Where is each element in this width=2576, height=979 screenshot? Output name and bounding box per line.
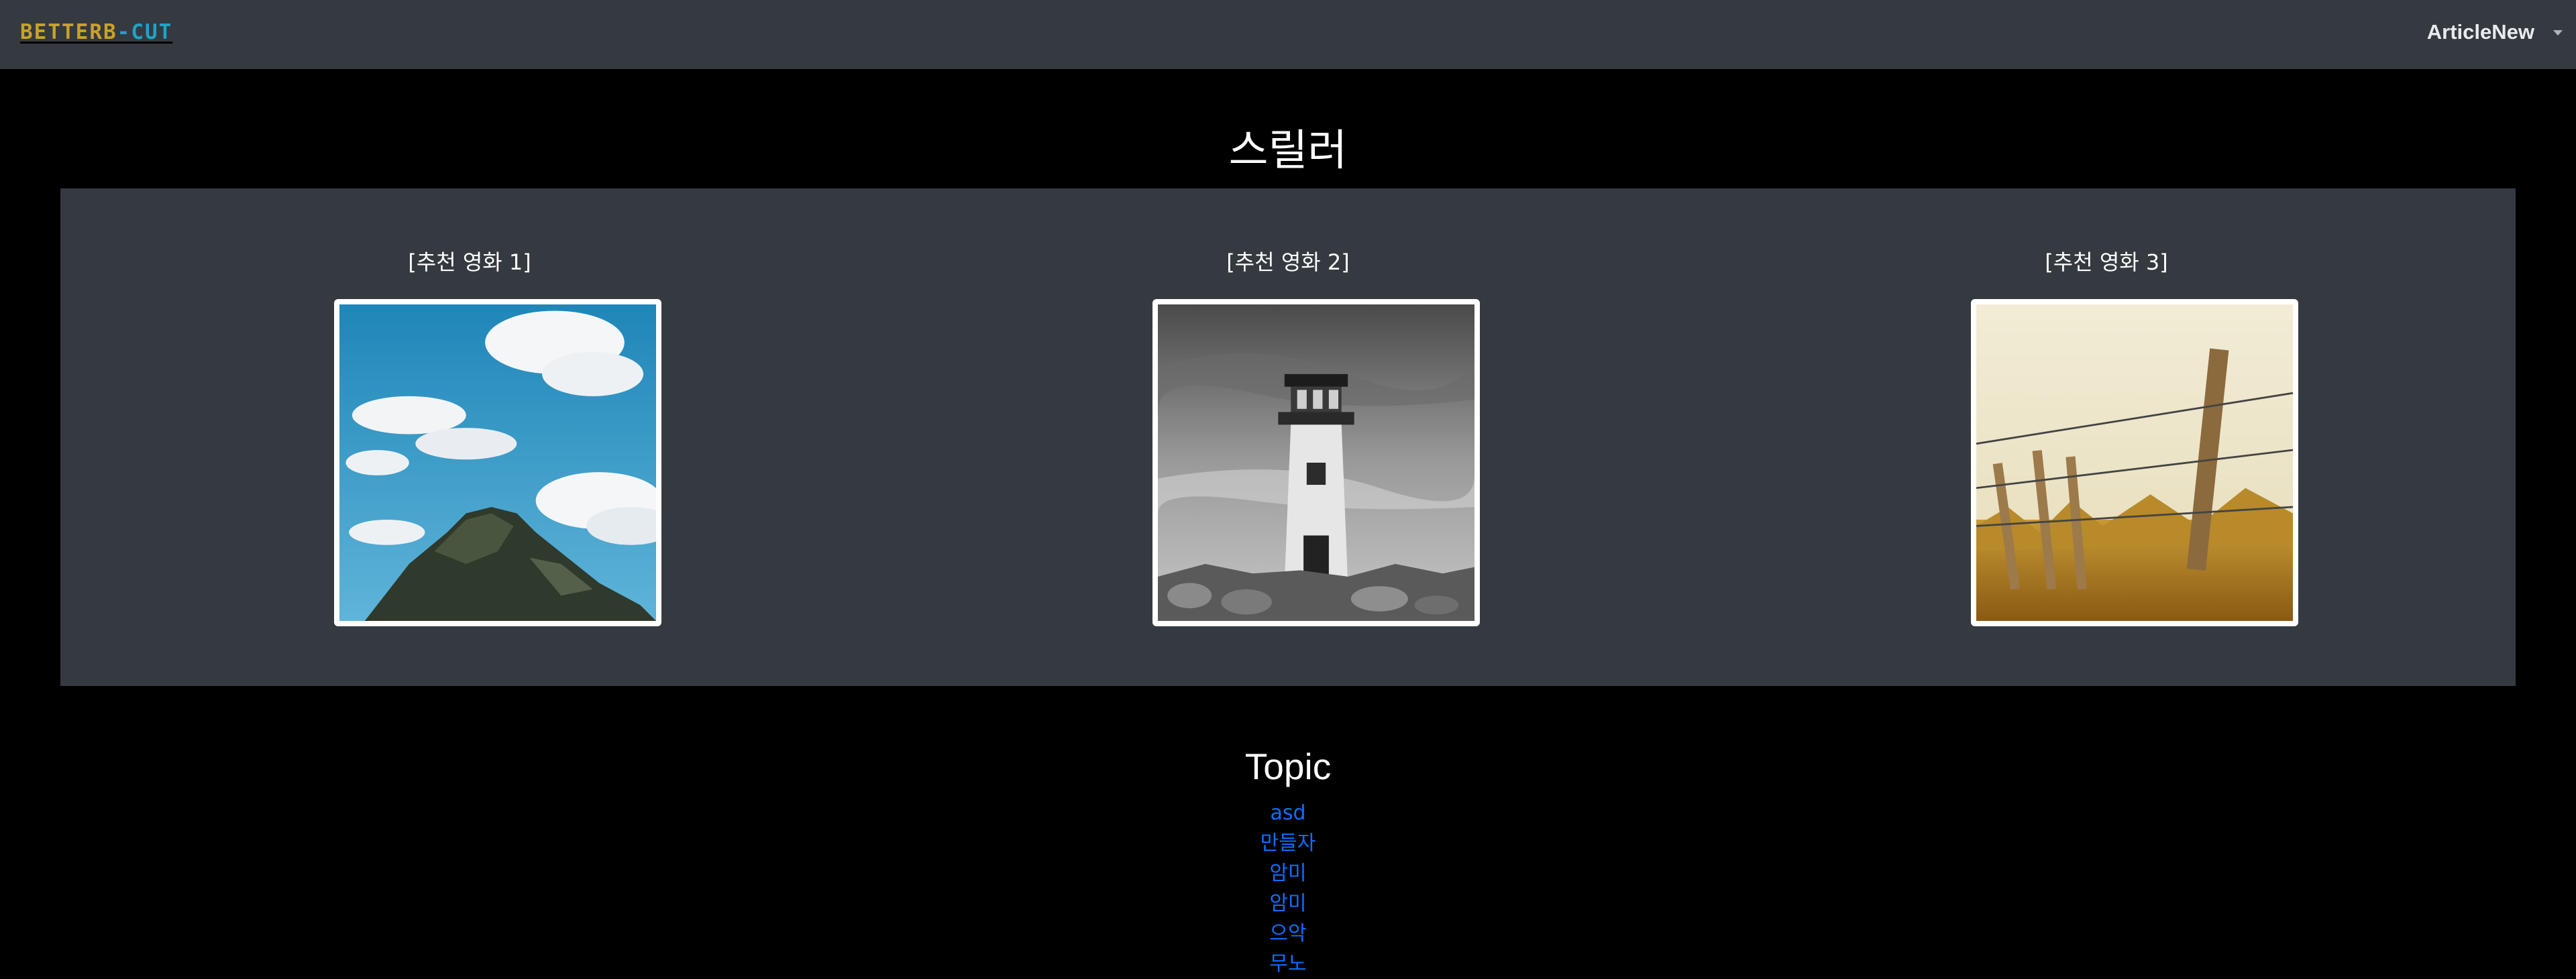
recommendation-label: [추천 영화 2] xyxy=(1226,249,1350,275)
topic-list: asd 만들자 암미 암미 으악 무노 xyxy=(0,798,2576,979)
topic-list-item: 무노 xyxy=(0,949,2576,979)
brand-text-secondary: -CUT xyxy=(117,20,173,44)
recommendation-label: [추천 영화 1] xyxy=(408,249,531,275)
recommendation-card: [추천 영화 1] xyxy=(60,188,879,686)
topic-list-item: 암미 xyxy=(0,858,2576,888)
topic-link[interactable]: 암미 xyxy=(1269,892,1306,915)
recommendation-card: [추천 영화 3] xyxy=(1697,188,2516,686)
recommendation-thumbnail-fence-field[interactable] xyxy=(1971,299,2298,626)
chevron-down-icon[interactable] xyxy=(2553,30,2563,36)
top-navbar: BETTERB-CUT ArticleNew xyxy=(0,0,2576,69)
topic-link[interactable]: 무노 xyxy=(1269,952,1306,976)
topic-link[interactable]: asd xyxy=(1270,801,1305,825)
lighthouse-image xyxy=(1158,304,1474,621)
user-menu-toggle[interactable]: ArticleNew xyxy=(2427,20,2534,44)
topic-list-item: asd xyxy=(0,798,2576,828)
topic-list-item: 만들자 xyxy=(0,828,2576,858)
topic-list-item: 암미 xyxy=(0,888,2576,919)
topic-link[interactable]: 만들자 xyxy=(1260,831,1316,855)
topic-list-item: 으악 xyxy=(0,919,2576,949)
recommendation-thumbnail-lighthouse[interactable] xyxy=(1152,299,1480,626)
recommendation-card: [추천 영화 2] xyxy=(879,188,1697,686)
brand-logo-link[interactable]: BETTERB-CUT xyxy=(20,20,172,44)
brand-text-primary: BETTERB xyxy=(20,20,117,44)
topic-link[interactable]: 암미 xyxy=(1269,862,1306,885)
topic-heading: Topic xyxy=(1244,746,1332,787)
recommendation-thumbnail-sky-cliff[interactable] xyxy=(334,299,661,626)
recommendation-label: [추천 영화 3] xyxy=(2045,249,2168,275)
sky-cliff-image xyxy=(339,304,656,621)
topic-link[interactable]: 으악 xyxy=(1269,922,1306,945)
genre-title: 스릴러 xyxy=(1228,126,1348,176)
recommendation-panel: [추천 영화 1] [추천 영화 2] [추천 영화 3] xyxy=(60,188,2516,686)
fence-field-image xyxy=(1976,304,2293,621)
